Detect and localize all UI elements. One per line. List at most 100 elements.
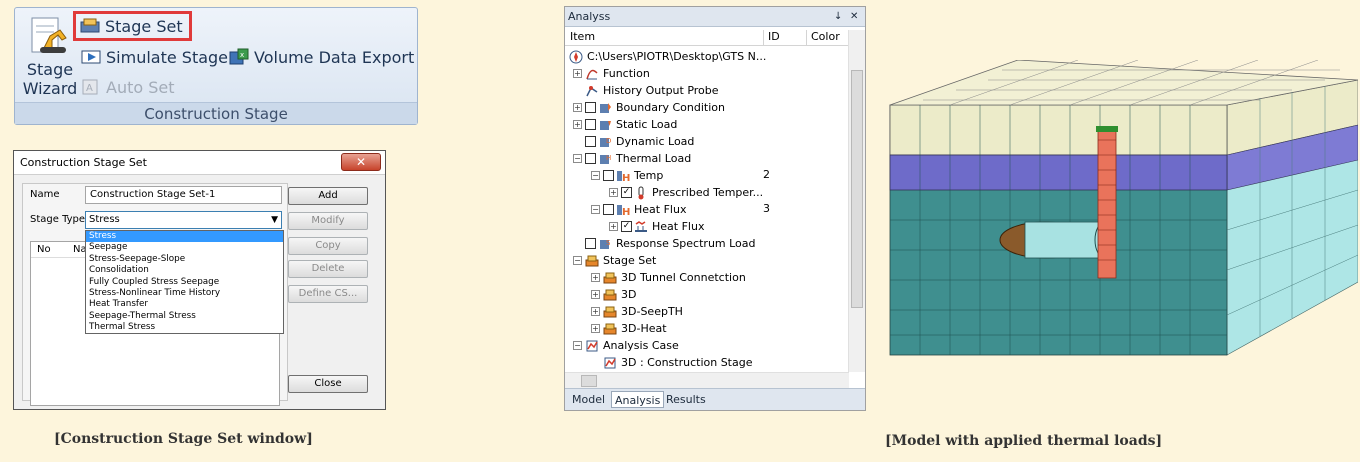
tree-row-3d-heat[interactable]: + 3D-Heat: [591, 320, 667, 337]
stage-set-button[interactable]: Stage Set: [73, 11, 192, 41]
collapse-icon[interactable]: −: [573, 154, 582, 163]
option-seepage[interactable]: Seepage: [86, 242, 283, 253]
tree-row-dynamic-load[interactable]: D Dynamic Load: [585, 133, 694, 150]
column-id[interactable]: ID: [768, 30, 780, 43]
tree-row-prescribed-temperature[interactable]: + ✓ Prescribed Temper...: [609, 184, 763, 201]
expand-icon[interactable]: +: [609, 188, 618, 197]
panel-title: Analyss: [568, 10, 611, 23]
tree-row-label: Boundary Condition: [616, 101, 725, 114]
tree-row-heat-flux-group[interactable]: − H Heat Flux 3: [591, 201, 849, 218]
function-icon: [586, 69, 598, 79]
option-heat-transfer[interactable]: Heat Transfer: [86, 299, 283, 310]
dialog-close-icon[interactable]: ✕: [341, 153, 381, 171]
panel-tabs: Model Analysis Results: [565, 388, 865, 410]
checkbox[interactable]: [585, 153, 596, 164]
expand-icon[interactable]: +: [573, 69, 582, 78]
tree-row-label: Heat Flux: [634, 203, 687, 216]
option-consolidation[interactable]: Consolidation: [86, 265, 283, 276]
pin-icon[interactable]: ↓: [834, 7, 842, 27]
collapse-icon[interactable]: −: [573, 256, 582, 265]
expand-icon[interactable]: +: [591, 290, 600, 299]
checkbox[interactable]: [585, 238, 596, 249]
copy-button[interactable]: Copy: [288, 237, 368, 255]
tab-analysis[interactable]: Analysis: [611, 391, 665, 408]
tree-row-label: 3D-SeepTH: [621, 305, 683, 318]
define-cs-button[interactable]: Define CS...: [288, 285, 368, 303]
tree-row-thermal-load[interactable]: − H Thermal Load: [573, 150, 691, 167]
tree-vertical-scrollbar[interactable]: [848, 30, 865, 372]
checkbox[interactable]: [585, 136, 596, 147]
simulate-stage-button[interactable]: Simulate Stage: [81, 44, 228, 70]
expand-icon[interactable]: +: [573, 103, 582, 112]
tab-results[interactable]: Results: [663, 391, 709, 408]
close-button[interactable]: Close: [288, 375, 368, 393]
tree-row-analysis-case[interactable]: − Analysis Case: [573, 337, 679, 354]
expand-icon[interactable]: +: [609, 222, 618, 231]
checkbox[interactable]: [585, 119, 596, 130]
volume-data-export-button[interactable]: x Volume Data Export: [229, 44, 414, 70]
option-seepage-thermal[interactable]: Seepage-Thermal Stress: [86, 311, 283, 322]
svg-text:S: S: [606, 239, 611, 247]
column-color[interactable]: Color: [811, 30, 840, 43]
tab-model[interactable]: Model: [569, 391, 608, 408]
option-thermal-stress[interactable]: Thermal Stress: [86, 322, 283, 333]
collapse-icon[interactable]: −: [591, 205, 600, 214]
left-caption: [Construction Stage Set window]: [54, 431, 313, 447]
stage-type-dropdown: Stress Seepage Stress-Seepage-Slope Cons…: [85, 230, 284, 334]
chevron-down-icon: ▼: [271, 215, 278, 225]
stage-type-select[interactable]: Stress ▼: [85, 211, 282, 229]
modify-button[interactable]: Modify: [288, 212, 368, 230]
checkbox[interactable]: ✓: [621, 187, 632, 198]
name-field[interactable]: Construction Stage Set-1: [85, 186, 282, 204]
construction-stage-set-dialog: Construction Stage Set ✕ Name Constructi…: [13, 150, 386, 410]
tree-row-response-spectrum-load[interactable]: S Response Spectrum Load: [585, 235, 756, 252]
tree-row-label: 3D : Construction Stage: [621, 356, 753, 369]
tree-row-label: Static Load: [616, 118, 678, 131]
tree-horizontal-scrollbar[interactable]: [565, 372, 849, 388]
boundary-icon: [600, 102, 611, 113]
stage-wizard-label-1: Stage: [26, 60, 74, 79]
svg-text:A: A: [86, 83, 93, 94]
collapse-icon[interactable]: −: [573, 341, 582, 350]
analysis-case-icon: [604, 357, 616, 368]
stage-wizard-button[interactable]: Stage Wizard: [21, 14, 79, 106]
option-stress-nonlinear[interactable]: Stress-Nonlinear Time History: [86, 288, 283, 299]
svg-text:x: x: [240, 51, 244, 59]
stage-type-value: Stress: [89, 214, 120, 225]
stage-icon: [603, 272, 617, 283]
collapse-icon[interactable]: −: [591, 171, 600, 180]
tree-row-history-output-probe[interactable]: History Output Probe: [585, 82, 719, 99]
delete-button[interactable]: Delete: [288, 260, 368, 278]
checkbox[interactable]: [603, 170, 614, 181]
column-item[interactable]: Item: [570, 30, 595, 43]
expand-icon[interactable]: +: [591, 273, 600, 282]
option-fully-coupled[interactable]: Fully Coupled Stress Seepage: [86, 277, 283, 288]
tree-row-3d[interactable]: + 3D: [591, 286, 636, 303]
tree-row-stage-set[interactable]: − Stage Set: [573, 252, 656, 269]
option-stress-seepage-slope[interactable]: Stress-Seepage-Slope: [86, 254, 283, 265]
tree-row-3d-seepth[interactable]: + 3D-SeepTH: [591, 303, 683, 320]
tree-row-label: Response Spectrum Load: [616, 237, 756, 250]
stage-set-icon: [80, 18, 100, 33]
tree-row-function[interactable]: + Function: [573, 65, 650, 82]
tree-row-3d-tunnel-connection[interactable]: + 3D Tunnel Connetction: [591, 269, 746, 286]
tree-row-heat-flux[interactable]: + ✓ Heat Flux: [609, 218, 704, 235]
add-button[interactable]: Add: [288, 187, 368, 205]
tree-row-label: Heat Flux: [652, 220, 705, 233]
checkbox[interactable]: [585, 102, 596, 113]
analysis-case-icon: [586, 340, 598, 351]
checkbox[interactable]: ✓: [621, 221, 632, 232]
tree-row-temp[interactable]: − H Temp 2: [591, 167, 849, 184]
expand-icon[interactable]: +: [573, 120, 582, 129]
expand-icon[interactable]: +: [591, 307, 600, 316]
checkbox[interactable]: [603, 204, 614, 215]
auto-set-button[interactable]: A Auto Set: [81, 74, 175, 100]
tree-row-root[interactable]: C:\Users\PIOTR\Desktop\GTS N...: [569, 48, 766, 65]
option-stress[interactable]: Stress: [86, 231, 283, 243]
tree-row-construction-stage[interactable]: 3D : Construction Stage: [603, 354, 753, 371]
expand-icon[interactable]: +: [591, 324, 600, 333]
tree-row-boundary-condition[interactable]: + Boundary Condition: [573, 99, 725, 116]
tree-row-static-load[interactable]: + Static Load: [573, 116, 677, 133]
tree-row-label: 3D: [621, 288, 637, 301]
panel-close-icon[interactable]: ✕: [850, 7, 858, 27]
